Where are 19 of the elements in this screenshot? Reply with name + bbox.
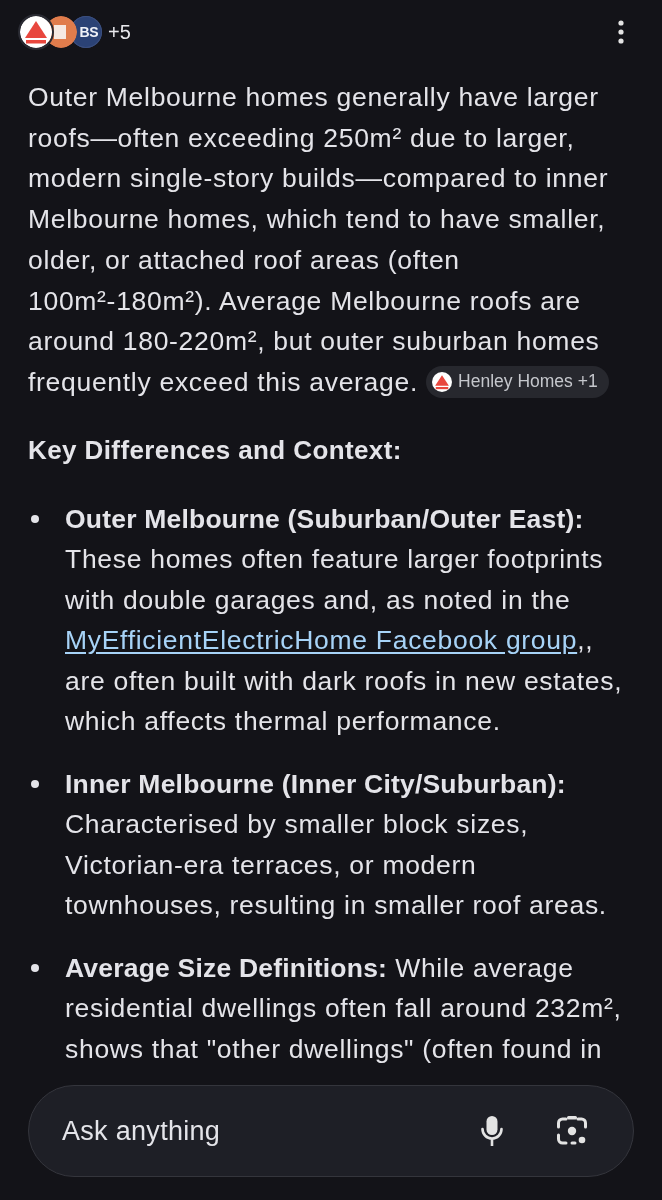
voice-button[interactable]: [479, 1113, 505, 1149]
prompt-bar[interactable]: Ask anything: [28, 1085, 634, 1177]
citation-chip[interactable]: Henley Homes +1: [426, 365, 609, 398]
camera-button[interactable]: [555, 1114, 589, 1148]
bullet-icon: [31, 963, 39, 972]
lens-icon: [556, 1115, 588, 1147]
facebook-group-link[interactable]: MyEfficientElectricHome Facebook group: [65, 625, 578, 656]
triangle-icon: [20, 16, 52, 48]
bullet-icon: [31, 514, 39, 523]
kebab-icon: [618, 20, 624, 44]
section-heading: Key Differences and Context:: [28, 433, 403, 467]
answer-text: Outer Melbourne homes generally have larger roofs—often exceeding 250m² due to larger, modern single-story builds—compared to inner Melbourne homes, which tend to have smaller, older, or attached roof areas (often 100m²-180m²). Average Melbourne roofs are around 180-220m², but outer suburban homes frequently exceed this average. Henley Homes +1: [28, 81, 610, 400]
source-count: +5: [108, 20, 131, 44]
bullet-icon: [31, 779, 39, 788]
prompt-field[interactable]: Ask anything: [62, 1111, 479, 1151]
bullet-text: Inner Melbourne (Inner City/Suburban): Characterised by smaller block sizes, Victorian-era terraces, or modern townhouses, resulting in smaller roof areas.: [65, 767, 608, 923]
bullet-text: Outer Melbourne (Suburban/Outer East): These homes often feature larger footprints with double garages and, as noted in the MyEfficientElectricHome Facebook group,, are often built with dark roofs in new estates, which affects thermal performance.: [65, 502, 624, 739]
microphone-icon: [481, 1115, 503, 1147]
bullet-text: Average Size Definitions: While average residential dwellings often fall around 232m², shows that "other dwellings" (often found in: [65, 951, 623, 1066]
